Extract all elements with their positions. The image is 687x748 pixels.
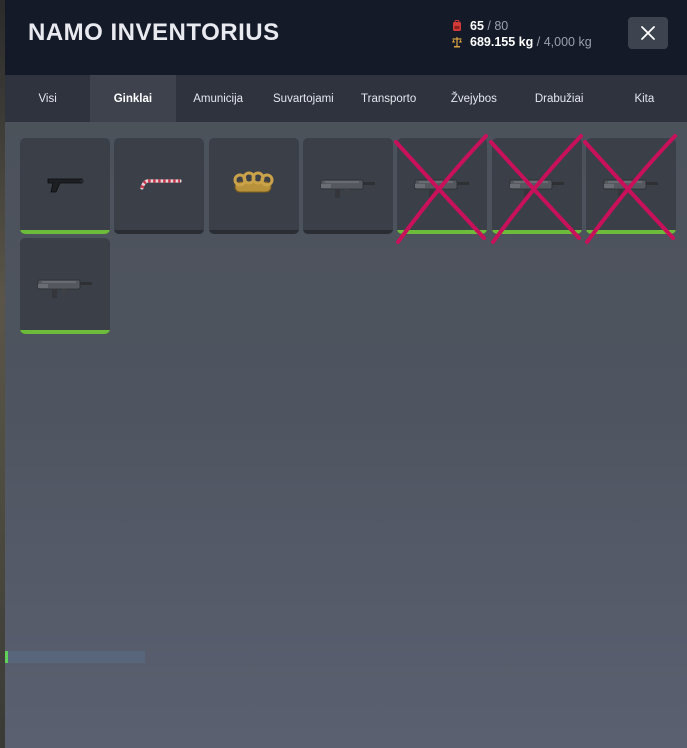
durability-bar — [491, 230, 582, 234]
inventory-header: NAMO INVENTORIUS 65 / 80 689.155 kg / 4,… — [5, 0, 687, 75]
scale-icon — [452, 37, 462, 48]
slots-separator: / — [487, 19, 491, 33]
close-icon — [641, 26, 655, 40]
inventory-slot[interactable] — [208, 138, 299, 234]
page-title: NAMO INVENTORIUS — [28, 19, 280, 46]
tab-zvejybos[interactable]: Žvejybos — [431, 75, 516, 122]
category-tabs: Visi Ginklai Amunicija Suvartojami Trans… — [5, 75, 687, 122]
tab-visi[interactable]: Visi — [5, 75, 90, 122]
weight-max: 4,000 kg — [543, 35, 592, 49]
hud-fragment — [5, 651, 145, 663]
tab-suvartojami[interactable]: Suvartojami — [261, 75, 346, 122]
slots-max: 80 — [494, 19, 509, 33]
inventory-slot[interactable] — [302, 138, 393, 234]
hud-accent — [5, 651, 8, 663]
tab-amunicija[interactable]: Amunicija — [176, 75, 261, 122]
inventory-slot[interactable] — [491, 138, 582, 234]
weight-used: 689.155 kg — [470, 35, 534, 49]
tab-kita[interactable]: Kita — [602, 75, 687, 122]
inventory-slot[interactable] — [114, 138, 205, 234]
inventory-slot[interactable] — [585, 138, 676, 234]
weight-separator: / — [536, 35, 541, 49]
close-button[interactable] — [628, 17, 668, 49]
backpack-icon — [453, 20, 461, 31]
inventory-stats: 65 / 80 689.155 kg / 4,000 kg — [451, 18, 592, 50]
durability-track — [302, 230, 393, 234]
durability-track — [208, 230, 299, 234]
tab-drabuziai[interactable]: Drabužiai — [517, 75, 602, 122]
slots-stat: 65 / 80 — [451, 18, 592, 34]
weight-stat: 689.155 kg / 4,000 kg — [451, 34, 592, 50]
tab-ginklai[interactable]: Ginklai — [90, 75, 176, 122]
durability-track — [114, 230, 205, 234]
inventory-slot[interactable] — [20, 138, 110, 234]
durability-bar — [585, 230, 676, 234]
inventory-slot[interactable] — [397, 138, 488, 234]
tab-transporto[interactable]: Transporto — [346, 75, 431, 122]
durability-bar — [397, 230, 488, 234]
inventory-panel: NAMO INVENTORIUS 65 / 80 689.155 kg / 4,… — [5, 0, 687, 748]
inventory-slot[interactable] — [20, 238, 110, 334]
durability-bar — [20, 330, 110, 334]
durability-bar — [20, 230, 110, 234]
slots-used: 65 — [470, 19, 484, 33]
